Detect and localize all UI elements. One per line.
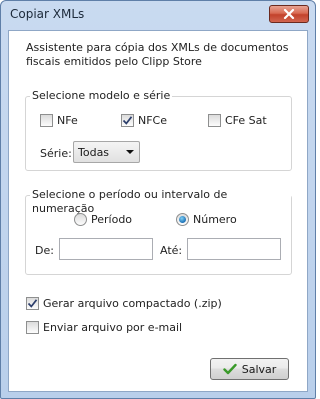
nfce-checkbox-label: NFCe xyxy=(138,114,168,127)
checkmark-icon xyxy=(223,363,237,375)
chevron-down-icon xyxy=(126,150,134,154)
numero-radio[interactable]: Número xyxy=(176,213,237,226)
radio-selected-dot xyxy=(179,216,186,223)
dialog-content: Assistente para cópia dos XMLs de docume… xyxy=(8,30,308,392)
period-group-title: Selecione o período ou intervalo de nume… xyxy=(30,188,291,216)
save-button-label: Salvar xyxy=(241,362,277,376)
ate-input[interactable] xyxy=(187,238,281,260)
checkmark-icon xyxy=(27,299,38,308)
numero-radio-label: Número xyxy=(193,213,237,226)
de-input[interactable] xyxy=(59,238,153,260)
cfe-sat-checkbox[interactable]: CFe Sat xyxy=(208,114,267,127)
cfe-sat-checkbox-label: CFe Sat xyxy=(225,114,267,127)
title-bar[interactable]: Copiar XMLs xyxy=(1,1,315,29)
periodo-radio-circle[interactable] xyxy=(74,213,87,226)
close-icon xyxy=(283,9,295,19)
model-series-group-title: Selecione modelo e série xyxy=(30,89,173,103)
nfce-checkbox-box[interactable] xyxy=(121,114,134,127)
nfe-checkbox-label: NFe xyxy=(57,114,78,127)
periodo-radio-label: Período xyxy=(91,213,133,226)
checkmark-icon xyxy=(122,116,133,125)
email-checkbox-box[interactable] xyxy=(26,321,39,334)
numero-radio-circle[interactable] xyxy=(176,213,189,226)
dialog-window: Copiar XMLs Assistente para cópia dos XM… xyxy=(0,0,316,399)
description-line-1: Assistente para cópia dos XMLs de docume… xyxy=(26,41,289,54)
zip-checkbox-label: Gerar arquivo compactado (.zip) xyxy=(43,297,222,310)
period-group: Selecione o período ou intervalo de nume… xyxy=(25,188,292,275)
serie-select-value: Todas xyxy=(78,145,110,159)
email-checkbox-label: Enviar arquivo por e-mail xyxy=(43,321,183,334)
model-series-group: Selecione modelo e série NFe NFCe CFe Sa… xyxy=(25,89,292,171)
cfe-sat-checkbox-box[interactable] xyxy=(208,114,221,127)
nfe-checkbox-box[interactable] xyxy=(40,114,53,127)
zip-checkbox[interactable]: Gerar arquivo compactado (.zip) xyxy=(26,297,222,310)
description: Assistente para cópia dos XMLs de docume… xyxy=(26,41,296,69)
window-title: Copiar XMLs xyxy=(10,7,85,21)
nfe-checkbox[interactable]: NFe xyxy=(40,114,78,127)
close-button[interactable] xyxy=(269,5,309,23)
zip-checkbox-box[interactable] xyxy=(26,297,39,310)
serie-label: Série: xyxy=(40,147,72,160)
save-button[interactable]: Salvar xyxy=(210,358,289,380)
nfce-checkbox[interactable]: NFCe xyxy=(121,114,167,127)
email-checkbox[interactable]: Enviar arquivo por e-mail xyxy=(26,321,182,334)
periodo-radio[interactable]: Período xyxy=(74,213,132,226)
serie-select[interactable]: Todas xyxy=(73,141,140,163)
ate-label: Até: xyxy=(160,244,183,257)
description-line-2: fiscais emitidos pelo Clipp Store xyxy=(26,55,202,68)
de-label: De: xyxy=(35,244,54,257)
